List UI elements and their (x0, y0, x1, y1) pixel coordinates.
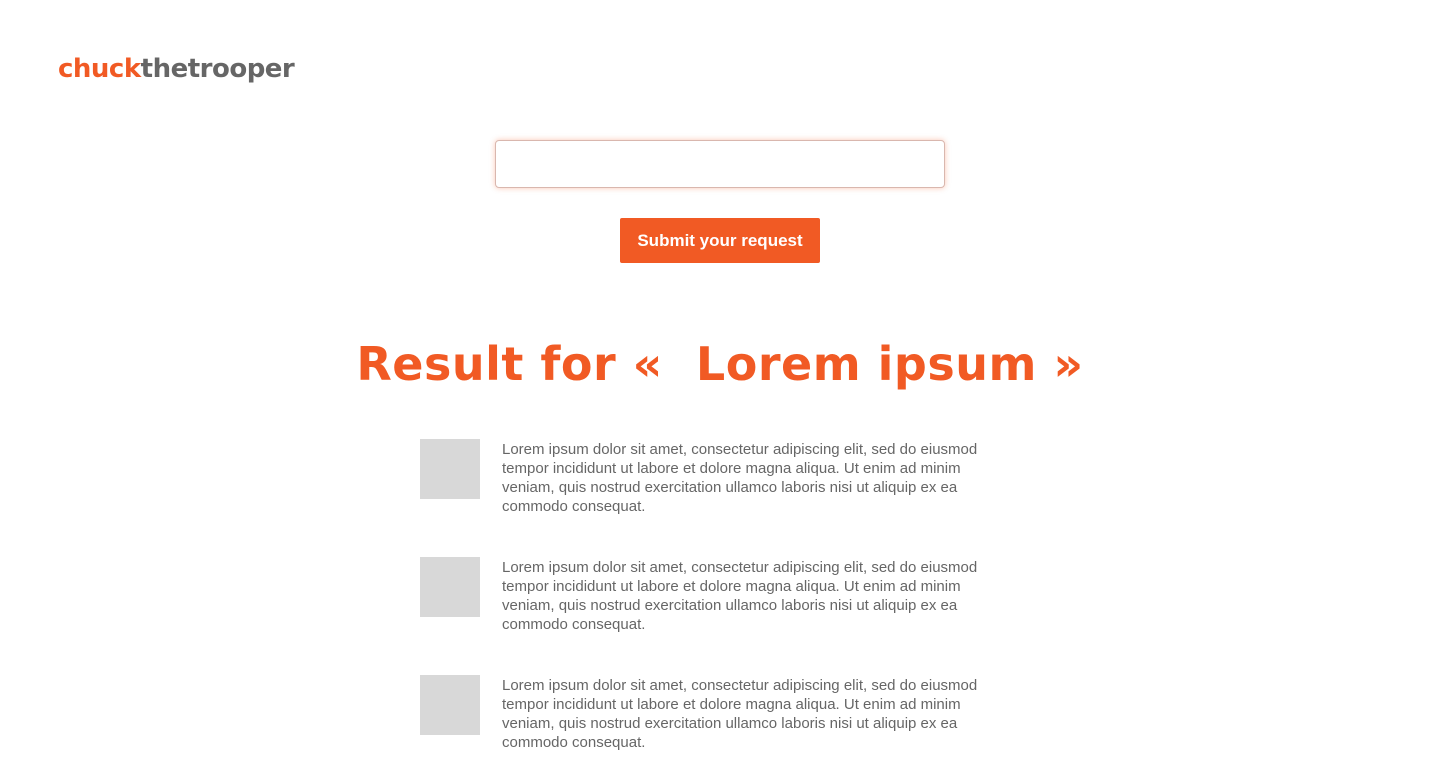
logo-text-thetrooper: thetrooper (140, 54, 295, 84)
result-description: Lorem ipsum dolor sit amet, consectetur … (502, 441, 978, 515)
results-heading: Result for « Lorem ipsum » (356, 337, 1084, 391)
result-thumbnail (420, 557, 480, 617)
result-description: Lorem ipsum dolor sit amet, consectetur … (502, 559, 978, 633)
result-thumbnail (420, 439, 480, 499)
submit-request-button[interactable]: Submit your request (620, 218, 820, 263)
results-list: Lorem ipsum dolor sit amet, consectetur … (420, 439, 1020, 770)
result-thumbnail (420, 675, 480, 735)
site-logo[interactable]: chuckthetrooper (58, 52, 295, 86)
result-item[interactable]: Lorem ipsum dolor sit amet, consectetur … (420, 675, 1020, 770)
result-item[interactable]: Lorem ipsum dolor sit amet, consectetur … (420, 439, 1020, 557)
result-item[interactable]: Lorem ipsum dolor sit amet, consectetur … (420, 557, 1020, 675)
logo-text-chuck: chuck (58, 54, 141, 84)
page: chuckthetrooper Submit your request Resu… (0, 0, 1440, 770)
result-description: Lorem ipsum dolor sit amet, consectetur … (502, 677, 978, 751)
search-input[interactable] (495, 140, 945, 188)
